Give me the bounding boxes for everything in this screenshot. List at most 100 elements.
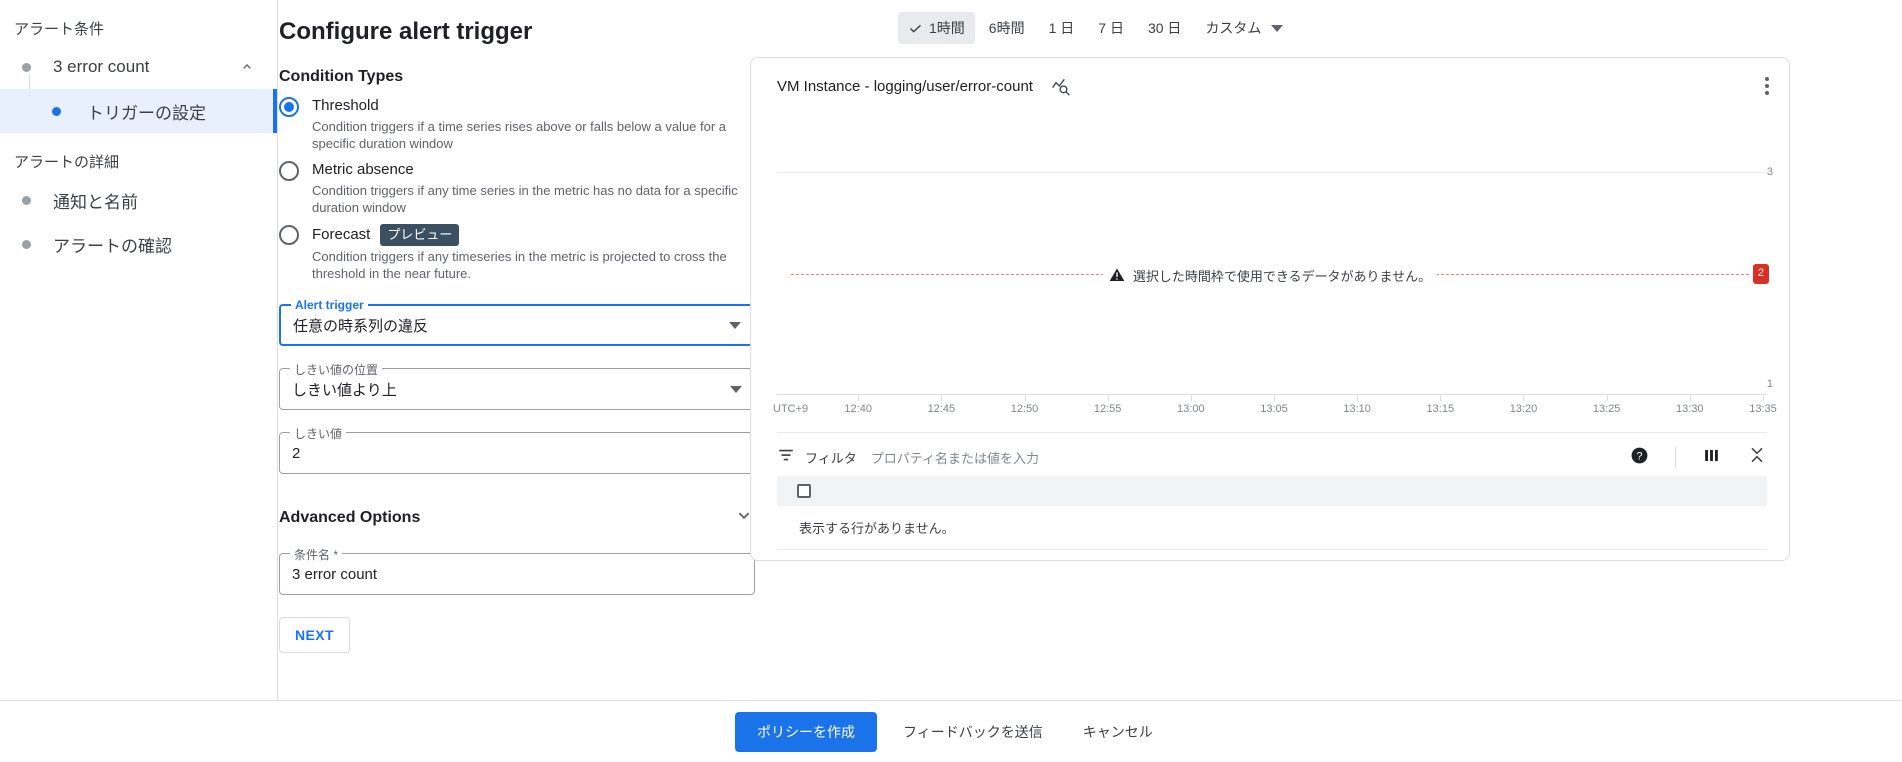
time-range-custom[interactable]: カスタム	[1195, 12, 1293, 44]
collapse-icon[interactable]	[1747, 445, 1767, 470]
threshold-value-label: しきい値	[290, 425, 347, 442]
condition-option-metric-absence[interactable]: Metric absence Condition triggers if any…	[279, 160, 749, 216]
sidebar-item-review-alert[interactable]: アラートの確認	[0, 222, 277, 266]
time-range-7d[interactable]: 7 日	[1088, 12, 1134, 44]
radio-label-metric-absence: Metric absence	[312, 161, 414, 178]
y-axis-tick-bottom: 1	[1766, 378, 1773, 390]
chart-gridline	[777, 172, 1767, 173]
x-axis-tick: 13:35	[1749, 403, 1777, 415]
alert-trigger-value: 任意の時系列の違反	[293, 317, 429, 335]
no-data-message: 選択した時間枠で使用できるデータがありません。	[1132, 268, 1432, 284]
filter-icon[interactable]	[777, 446, 795, 469]
x-axis-timezone-label: UTC+9	[773, 403, 809, 415]
condition-name-value: 3 error count	[292, 565, 378, 583]
next-button[interactable]: NEXT	[279, 617, 350, 653]
time-range-selector: 1時間 6時間 1 日 7 日 30 日 カスタム	[898, 0, 1902, 44]
x-axis-tick: 13:20	[1509, 403, 1538, 415]
column-settings-icon[interactable]	[1702, 446, 1721, 470]
x-axis-tick: 13:30	[1676, 403, 1704, 415]
time-range-1h[interactable]: 1時間	[898, 12, 975, 44]
chevron-down-icon	[1271, 24, 1284, 32]
sidebar-item-trigger-settings[interactable]: トリガーの設定	[0, 89, 277, 133]
x-axis-tick: 12:40	[844, 403, 872, 415]
condition-name-label: 条件名 *	[290, 546, 343, 563]
threshold-value-input[interactable]: しきい値 2	[279, 425, 755, 474]
threshold-position-select[interactable]: しきい値の位置 しきい値より上	[279, 361, 755, 410]
sidebar-item-notifications-name[interactable]: 通知と名前	[0, 178, 277, 222]
x-axis-tick: 13:15	[1426, 403, 1455, 415]
x-axis-tick: 13:25	[1592, 403, 1621, 415]
no-data-warning: 選択した時間枠で使用できるデータがありません。	[1102, 265, 1438, 285]
condition-option-threshold[interactable]: Threshold Condition triggers if a time s…	[279, 96, 749, 152]
radio-threshold[interactable]	[279, 97, 299, 117]
advanced-options-toggle[interactable]: Advanced Options	[279, 504, 755, 531]
action-bar: ポリシーを作成 フィードバックを送信 キャンセル	[0, 700, 1902, 762]
check-icon	[910, 24, 921, 33]
wizard-sidebar: アラート条件 3 error count トリガーの設定 アラートの詳細 通知と…	[0, 0, 278, 700]
chart-explore-icon[interactable]	[1051, 76, 1071, 96]
condition-name-input[interactable]: 条件名 * 3 error count	[279, 546, 755, 595]
more-vert-icon[interactable]	[1761, 70, 1773, 102]
sidebar-group-title-details: アラートの詳細	[14, 154, 120, 171]
sidebar-item-label: アラートの確認	[53, 236, 172, 256]
radio-label-threshold: Threshold	[312, 97, 379, 114]
metric-chart-card: VM Instance - logging/user/error-count 3…	[750, 57, 1790, 561]
x-axis-tick: 12:55	[1093, 403, 1122, 415]
time-range-30d[interactable]: 30 日	[1138, 12, 1191, 44]
help-icon[interactable]: ?	[1630, 446, 1649, 470]
time-range-label: 1時間	[929, 20, 965, 36]
bullet-icon	[52, 106, 61, 116]
filter-label: フィルタ	[805, 451, 857, 466]
chevron-down-icon[interactable]	[729, 321, 741, 329]
time-range-1d[interactable]: 1 日	[1039, 12, 1085, 44]
chevron-down-icon[interactable]	[730, 385, 742, 393]
condition-option-forecast[interactable]: Forecast プレビュー Condition triggers if any…	[279, 224, 749, 282]
radio-description-forecast: Condition triggers if any timeseries in …	[312, 249, 727, 281]
threshold-value-text: 2	[292, 444, 301, 462]
threshold-badge: 2	[1752, 264, 1769, 284]
filter-input[interactable]: プロパティ名または値を入力	[871, 448, 1039, 467]
radio-description-threshold: Condition triggers if a time series rise…	[312, 119, 727, 151]
chart-panel: 1時間 6時間 1 日 7 日 30 日 カスタム VM Instance - …	[749, 0, 1902, 700]
svg-text:?: ?	[1636, 450, 1642, 462]
y-axis-tick-top: 3	[1766, 166, 1773, 178]
bullet-icon	[22, 239, 31, 249]
radio-forecast[interactable]	[279, 225, 299, 245]
bullet-icon	[22, 62, 31, 72]
cancel-button[interactable]: キャンセル	[1069, 712, 1167, 752]
alert-policy-page: アラート条件 3 error count トリガーの設定 アラートの詳細 通知と…	[0, 0, 1902, 762]
divider	[1675, 446, 1676, 469]
send-feedback-button[interactable]: フィードバックを送信	[889, 712, 1057, 752]
select-all-checkbox[interactable]	[797, 484, 811, 498]
sidebar-item-label: トリガーの設定	[87, 103, 206, 123]
radio-metric-absence[interactable]	[279, 161, 299, 181]
advanced-options-label: Advanced Options	[279, 508, 421, 526]
time-range-6h[interactable]: 6時間	[979, 12, 1035, 44]
alert-trigger-label: Alert trigger	[291, 298, 368, 312]
x-axis-tick: 12:45	[927, 403, 956, 415]
create-policy-button[interactable]: ポリシーを作成	[735, 711, 877, 752]
threshold-position-label: しきい値の位置	[290, 361, 383, 378]
filter-bar: フィルタ プロパティ名または値を入力 ?	[777, 432, 1767, 476]
table-empty-message: 表示する行がありません。	[777, 506, 1767, 550]
x-axis-tick: 12:50	[1010, 403, 1039, 415]
time-range-custom-label: カスタム	[1205, 20, 1262, 36]
x-axis-tick: 13:05	[1260, 403, 1288, 415]
radio-description-metric-absence: Condition triggers if any time series in…	[312, 183, 738, 215]
sidebar-group-title-conditions: アラート条件	[14, 21, 105, 38]
chart-header: VM Instance - logging/user/error-count	[751, 58, 1789, 114]
bullet-icon	[22, 195, 31, 205]
chevron-up-icon[interactable]	[239, 59, 255, 75]
configure-trigger-form: Configure alert trigger Condition Types …	[279, 0, 755, 700]
threshold-position-value: しきい値より上	[292, 381, 397, 399]
x-axis-tick: 13:10	[1343, 403, 1371, 415]
sidebar-item-label: 通知と名前	[53, 192, 138, 212]
preview-badge: プレビュー	[380, 224, 460, 246]
threshold-line: 選択した時間枠で使用できるデータがありません。 2	[791, 264, 1769, 285]
page-title: Configure alert trigger	[279, 18, 533, 45]
chart-x-axis: UTC+9 12:40 12:45 12:50 12:55 13:00 13:0…	[773, 394, 1777, 424]
x-axis-tick: 13:00	[1177, 403, 1205, 415]
condition-types-heading: Condition Types	[279, 68, 404, 85]
alert-trigger-select[interactable]: Alert trigger 任意の時系列の違反	[279, 298, 755, 346]
sidebar-item-label: 3 error count	[53, 57, 150, 76]
